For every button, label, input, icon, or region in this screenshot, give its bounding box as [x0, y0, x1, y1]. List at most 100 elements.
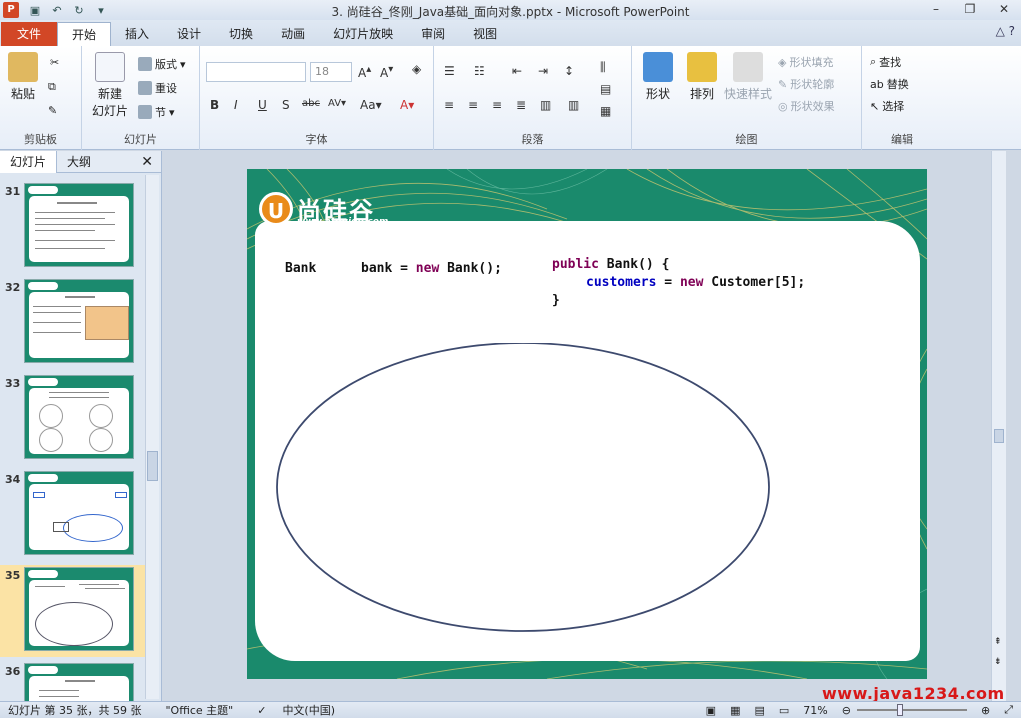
code-constructor-line1[interactable]: public Bank() {	[552, 257, 669, 272]
tab-review[interactable]: 审阅	[407, 22, 459, 46]
slide-thumbnail-36[interactable]: 36	[0, 661, 145, 701]
prev-slide-icon[interactable]: ⇞	[994, 637, 1002, 647]
code-constructor-line2[interactable]: customers = new Customer[5];	[586, 275, 805, 290]
tab-design[interactable]: 设计	[163, 22, 215, 46]
char-spacing-icon[interactable]: AV▾	[328, 98, 346, 109]
copy-button[interactable]: ⧉	[48, 80, 56, 94]
increase-indent-icon[interactable]: ⇥	[538, 64, 548, 78]
undo-icon[interactable]: ↶	[49, 4, 65, 17]
section-button[interactable]: 节 ▾	[138, 104, 175, 120]
tab-slides[interactable]: 幻灯片	[0, 150, 58, 173]
reading-view-icon[interactable]: ▤	[754, 704, 764, 717]
format-painter-button[interactable]: ✎	[48, 104, 57, 117]
align-text-icon[interactable]: ▤	[600, 82, 611, 96]
next-slide-icon[interactable]: ⇟	[994, 657, 1002, 667]
tab-animations[interactable]: 动画	[267, 22, 319, 46]
fit-slide-icon[interactable]: ⤢	[1004, 703, 1013, 717]
quick-styles-button[interactable]: 快速样式	[722, 52, 774, 102]
slide-thumbnail-31[interactable]: 31	[0, 181, 145, 273]
change-case-icon[interactable]: Aa▾	[360, 98, 382, 112]
tab-outline[interactable]: 大纲	[57, 151, 101, 173]
shrink-font-icon[interactable]: A▾	[380, 64, 393, 80]
shadow-icon[interactable]: S	[282, 98, 290, 112]
help-icon[interactable]: △ ?	[996, 24, 1015, 38]
language[interactable]: 中文(中国)	[282, 702, 335, 718]
find-button[interactable]: ⌕ 查找	[870, 54, 901, 70]
text-direction-icon[interactable]: ⫼	[600, 60, 606, 75]
bold-icon[interactable]: B	[210, 98, 219, 112]
font-color-icon[interactable]: A▾	[400, 98, 414, 112]
powerpoint-icon[interactable]: P	[3, 2, 19, 18]
normal-view-icon[interactable]: ▣	[706, 704, 716, 717]
distributed-icon[interactable]: ▥	[540, 98, 551, 112]
code-constructor-line3[interactable]: }	[552, 293, 560, 308]
select-button[interactable]: ↖ 选择	[870, 98, 904, 114]
ellipse-shape[interactable]	[275, 343, 775, 639]
align-right-icon[interactable]: ≡	[492, 98, 502, 112]
cut-button[interactable]: ✂	[50, 56, 59, 69]
reset-button[interactable]: 重设	[138, 80, 177, 96]
customize-qat-icon[interactable]: ▾	[93, 4, 109, 17]
zoom-knob[interactable]	[896, 704, 903, 716]
grow-font-icon[interactable]: A▴	[358, 64, 371, 80]
save-icon[interactable]: ▣	[27, 4, 43, 17]
close-icon[interactable]: ✕	[987, 0, 1021, 20]
shape-outline-button[interactable]: ✎ 形状轮廓	[778, 76, 834, 92]
slide-thumbnail-32[interactable]: 32	[0, 277, 145, 369]
columns-icon[interactable]: ▥	[568, 98, 579, 112]
align-left-icon[interactable]: ≡	[444, 98, 454, 112]
paste-button[interactable]: 粘贴	[6, 52, 40, 102]
slide-thumbnail-33[interactable]: 33	[0, 373, 145, 465]
italic-icon[interactable]: I	[234, 98, 238, 112]
tab-file[interactable]: 文件	[1, 22, 57, 46]
tab-insert[interactable]: 插入	[111, 22, 163, 46]
tab-view[interactable]: 视图	[459, 22, 511, 46]
font-size-combo[interactable]: 18	[310, 62, 352, 82]
smartart-icon[interactable]: ▦	[600, 104, 611, 118]
zoom-level[interactable]: 71%	[803, 704, 827, 717]
tab-home[interactable]: 开始	[57, 22, 112, 46]
slide-canvas[interactable]: Bank bank = new Bank(); public Bank() { …	[247, 169, 927, 679]
minimize-icon[interactable]: –	[919, 0, 953, 20]
close-pane-icon[interactable]: ✕	[141, 154, 153, 170]
layout-button[interactable]: 版式 ▾	[138, 56, 186, 72]
scrollbar-thumb[interactable]	[147, 451, 158, 481]
slides-scrollbar[interactable]	[145, 175, 159, 699]
code-bank-type[interactable]: Bank	[285, 261, 316, 276]
shape-fill-button[interactable]: ◈ 形状填充	[778, 54, 833, 70]
editing-label: 编辑	[891, 133, 913, 146]
strikethrough-icon[interactable]: abc	[302, 98, 320, 109]
slide-thumbnail-34[interactable]: 34	[0, 469, 145, 561]
new-slide-button[interactable]: 新建 幻灯片	[88, 52, 132, 119]
slide-scrollbar[interactable]: ⇞ ⇟	[991, 151, 1006, 701]
zoom-in-icon[interactable]: ⊕	[981, 704, 990, 717]
scrollbar-thumb[interactable]	[994, 429, 1004, 443]
logo-u-icon: U	[259, 191, 293, 226]
numbering-icon[interactable]: ☷	[474, 64, 485, 78]
restore-icon[interactable]: ❐	[953, 0, 987, 20]
shape-effects-button[interactable]: ◎ 形状效果	[778, 98, 835, 114]
slideshow-view-icon[interactable]: ▭	[779, 704, 789, 717]
bullets-icon[interactable]: ☰	[444, 64, 455, 78]
replace-button[interactable]: ab 替换	[870, 76, 909, 92]
clear-format-icon[interactable]: ◈	[412, 62, 421, 76]
line-spacing-icon[interactable]: ↕	[564, 64, 574, 78]
redo-icon[interactable]: ↻	[71, 4, 87, 17]
theme-name[interactable]: "Office 主题"	[165, 702, 233, 718]
justify-icon[interactable]: ≣	[516, 98, 526, 112]
underline-icon[interactable]: U	[258, 98, 267, 112]
font-name-combo[interactable]	[206, 62, 306, 82]
align-center-icon[interactable]: ≡	[468, 98, 478, 112]
sorter-view-icon[interactable]: ▦	[730, 704, 740, 717]
tab-transitions[interactable]: 切换	[215, 22, 267, 46]
shapes-button[interactable]: 形状	[638, 52, 678, 102]
zoom-out-icon[interactable]: ⊖	[842, 704, 851, 717]
zoom-slider[interactable]	[856, 704, 967, 716]
reset-icon	[138, 81, 152, 95]
decrease-indent-icon[interactable]: ⇤	[512, 64, 522, 78]
code-bank-declaration[interactable]: bank = new Bank();	[361, 261, 502, 276]
spellcheck-icon[interactable]: ✓	[257, 704, 266, 717]
arrange-button[interactable]: 排列	[682, 52, 722, 102]
tab-slideshow[interactable]: 幻灯片放映	[319, 22, 407, 46]
slide-thumbnail-35[interactable]: 35	[0, 565, 145, 657]
